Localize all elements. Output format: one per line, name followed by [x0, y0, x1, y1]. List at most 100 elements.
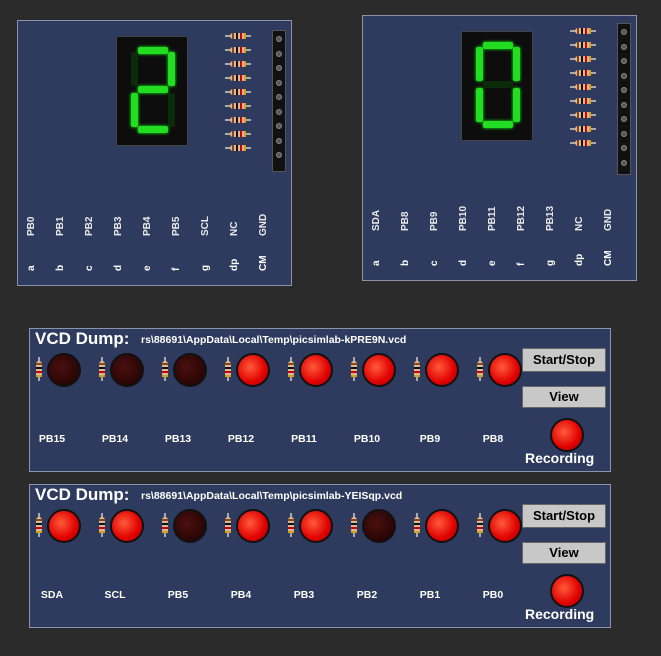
resistor: [570, 84, 596, 90]
led-indicator: [299, 353, 333, 387]
led-indicator: [236, 353, 270, 387]
resistor: [570, 56, 596, 62]
pin-letter-label: b: [400, 259, 411, 266]
pin-letter-label: d: [113, 264, 124, 271]
vcd-file-path: rs\88691\AppData\Local\Temp\picsimlab-YE…: [141, 490, 403, 502]
pin-letter-label: a: [371, 260, 382, 266]
led-indicator: [47, 353, 81, 387]
resistor: [570, 28, 596, 34]
view-button[interactable]: View: [522, 386, 606, 408]
led-indicator: [362, 353, 396, 387]
led-resistor: [225, 513, 231, 537]
resistor: [225, 103, 251, 109]
led-pin-label: PB0: [482, 589, 504, 601]
led-indicator: [173, 353, 207, 387]
header-pin: [276, 152, 282, 158]
led-pin-label: PB13: [164, 433, 192, 445]
segment-b: [168, 52, 175, 86]
pin-name-label: PB2: [84, 216, 95, 236]
led-pin-label: PB2: [356, 589, 378, 601]
pin-name-label: PB5: [171, 216, 182, 236]
pin-letter-label: b: [55, 264, 66, 271]
led-indicator: [236, 509, 270, 543]
led-indicator: [425, 353, 459, 387]
resistor: [570, 98, 596, 104]
pin-letter-label: dp: [574, 253, 585, 266]
led-resistor: [99, 357, 105, 381]
led-resistor: [351, 513, 357, 537]
segment-e: [476, 88, 483, 122]
segment-f: [476, 47, 483, 81]
pin-name-label: PB4: [142, 216, 153, 236]
led-resistor: [99, 513, 105, 537]
pin-letter-label: a: [26, 265, 37, 271]
led-pin-label: PB8: [482, 433, 504, 445]
led-indicator: [173, 509, 207, 543]
segment-g: [483, 81, 513, 88]
vcd-title: VCD Dump:: [35, 485, 130, 504]
led-indicator: [488, 509, 522, 543]
view-button[interactable]: View: [522, 542, 606, 564]
led-pin-label: PB4: [230, 589, 252, 601]
header-pin: [276, 36, 282, 42]
header-pin: [621, 58, 627, 64]
pin-name-label: NC: [229, 221, 240, 236]
segment-a: [138, 47, 168, 54]
start-stop-button[interactable]: Start/Stop: [522, 504, 606, 528]
led-resistor: [288, 513, 294, 537]
pin-name-label: PB1: [55, 216, 66, 236]
resistor: [570, 70, 596, 76]
led-resistor: [288, 357, 294, 381]
led-pin-label: SDA: [40, 589, 64, 601]
segment-e: [131, 93, 138, 127]
segment-b: [513, 47, 520, 81]
pin-header-connector: [272, 30, 286, 172]
resistor: [570, 112, 596, 118]
header-pin: [276, 50, 282, 57]
led-resistor: [477, 513, 483, 537]
segment-c: [168, 93, 175, 127]
led-pin-label: PB1: [419, 589, 441, 601]
header-pin: [621, 159, 627, 166]
pin-letter-label: e: [487, 260, 498, 266]
led-resistor: [36, 513, 42, 537]
recording-label: Recording: [525, 606, 595, 622]
seven-segment-display-2: [461, 31, 533, 141]
segment-a: [483, 42, 513, 49]
header-pin: [621, 29, 627, 35]
resistor: [225, 47, 251, 53]
segment-g: [138, 86, 168, 93]
header-pin: [621, 43, 627, 50]
led-pin-label: PB11: [291, 433, 317, 445]
header-pin: [621, 116, 627, 122]
start-stop-button[interactable]: Start/Stop: [522, 348, 606, 372]
recording-indicator-led: [550, 574, 584, 608]
led-indicator: [299, 509, 333, 543]
header-pin: [621, 145, 627, 151]
pin-letter-label: e: [142, 265, 153, 271]
header-pin: [621, 72, 627, 79]
led-resistor: [162, 357, 168, 381]
led-pin-label: PB15: [38, 433, 66, 445]
pin-letter-label: f: [171, 267, 182, 271]
pin-header-connector: [617, 23, 631, 175]
resistor: [225, 145, 251, 151]
header-pin: [276, 108, 282, 115]
header-pin: [276, 123, 282, 129]
resistor: [225, 75, 251, 81]
pin-name-label: PB11: [487, 206, 498, 231]
pin-letter-label: f: [516, 262, 527, 266]
led-resistor: [477, 357, 483, 381]
led-resistor: [414, 513, 420, 537]
led-indicator: [110, 509, 144, 543]
pin-name-label: GND: [258, 213, 269, 236]
resistor: [225, 117, 251, 123]
vcd-dump-panel-1: VCD Dump: rs\88691\AppData\Local\Temp\pi…: [29, 328, 611, 472]
resistor: [225, 131, 251, 137]
pin-letter-label: dp: [229, 258, 240, 271]
pin-name-label: PB0: [26, 216, 37, 236]
header-pin: [276, 65, 282, 71]
pin-name-label: SDA: [371, 209, 382, 231]
led-resistor: [351, 357, 357, 381]
led-indicator: [488, 353, 522, 387]
